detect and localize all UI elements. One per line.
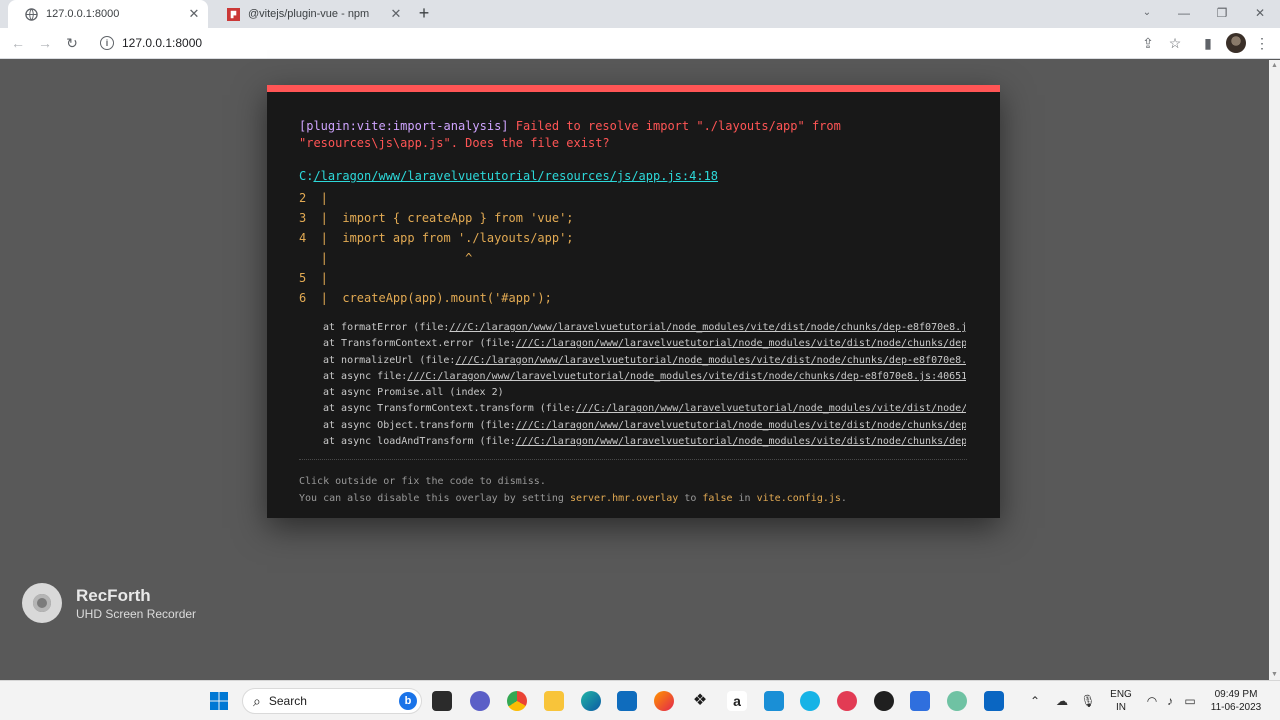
windows-taskbar: ⌕ Search b ❖ a ⌃ ☁ 🎙 ENG IN ◠ ♪ ▭ 09:49 … xyxy=(0,680,1280,720)
scroll-up-icon[interactable]: ▲ xyxy=(1271,62,1278,69)
file-drive: C: xyxy=(299,169,314,183)
camera-logo-icon xyxy=(22,583,62,623)
new-tab-button[interactable]: + xyxy=(414,4,434,24)
tab-search-icon[interactable]: ⌄ xyxy=(1137,4,1157,22)
share-icon[interactable]: ⇪ xyxy=(1138,33,1158,53)
chrome-icon[interactable] xyxy=(507,691,527,711)
watermark-title: RecForth xyxy=(76,585,151,605)
info-icon[interactable]: i xyxy=(100,36,114,50)
stack-line: at async loadAndTransform (file:///C:/la… xyxy=(323,434,966,450)
stack-link[interactable]: ///C:/laragon/www/laravelvuetutorial/nod… xyxy=(516,338,966,349)
reload-icon[interactable]: ↻ xyxy=(62,33,82,53)
amazon-icon[interactable]: a xyxy=(727,691,747,711)
error-message: [plugin:vite:import-analysis] Failed to … xyxy=(299,118,979,152)
window-close-icon[interactable]: ✕ xyxy=(1250,4,1270,22)
stack-line: at TransformContext.error (file:///C:/la… xyxy=(323,336,966,352)
scroll-down-icon[interactable]: ▼ xyxy=(1271,671,1278,678)
stack-line: at async file:///C:/laragon/www/laravelv… xyxy=(323,369,966,385)
vite-error-overlay[interactable]: [plugin:vite:import-analysis] Failed to … xyxy=(267,85,1000,518)
media-player-icon[interactable] xyxy=(874,691,894,711)
search-placeholder: Search xyxy=(268,694,307,708)
onedrive-icon[interactable]: ☁ xyxy=(1054,693,1070,709)
stack-link[interactable]: ///C:/laragon/www/laravelvuetutorial/nod… xyxy=(516,436,966,447)
overlay-tip: Click outside or fix the code to dismiss… xyxy=(299,473,847,507)
task-view-icon[interactable] xyxy=(432,691,452,711)
notepad-icon[interactable] xyxy=(764,691,784,711)
recorder-icon[interactable] xyxy=(837,691,857,711)
page-scrollbar[interactable]: ▲ ▼ xyxy=(1269,60,1280,680)
tab-localhost[interactable]: 127.0.0.1:8000 ✕ xyxy=(8,0,208,28)
globe-icon xyxy=(24,7,38,21)
stack-line: at formatError (file:///C:/laragon/www/l… xyxy=(323,320,966,336)
app-icon[interactable] xyxy=(910,691,930,711)
recforth-watermark: RecForth UHD Screen Recorder xyxy=(22,583,196,623)
tab-title: 127.0.0.1:8000 xyxy=(46,8,120,20)
bing-icon[interactable]: b xyxy=(399,692,417,710)
browser-toolbar: ← → ↻ i 127.0.0.1:8000 ⇪ ☆ ▮ ⋮ xyxy=(0,28,1280,59)
stack-trace: at formatError (file:///C:/laragon/www/l… xyxy=(323,320,966,450)
stack-line: at async TransformContext.transform (fil… xyxy=(323,401,966,417)
search-icon: ⌕ xyxy=(253,692,261,709)
volume-icon[interactable]: ♪ xyxy=(1162,693,1178,709)
forward-icon[interactable]: → xyxy=(35,33,55,53)
file-link[interactable]: /laragon/www/laravelvuetutorial/resource… xyxy=(313,169,718,183)
tab-title: @vitejs/plugin-vue - npm xyxy=(248,8,370,20)
teams-chat-icon[interactable] xyxy=(470,691,490,711)
stack-link[interactable]: ///C:/laragon/www/laravelvuetutorial/nod… xyxy=(516,420,966,431)
stack-link[interactable]: ///C:/laragon/www/laravelvuetutorial/nod… xyxy=(455,355,966,366)
tip-dismiss: Click outside or fix the code to dismiss… xyxy=(299,476,546,487)
app-icon[interactable] xyxy=(800,691,820,711)
stack-link[interactable]: ///C:/laragon/www/laravelvuetutorial/nod… xyxy=(449,322,966,333)
bookmark-star-icon[interactable]: ☆ xyxy=(1165,33,1185,53)
divider xyxy=(299,459,967,460)
url-text: 127.0.0.1:8000 xyxy=(122,36,203,50)
avatar[interactable] xyxy=(1226,33,1246,53)
battery-icon[interactable]: ▭ xyxy=(1182,693,1198,709)
menu-icon[interactable]: ⋮ xyxy=(1252,33,1272,53)
tip-disable: You can also disable this overlay by set… xyxy=(299,493,847,504)
dropbox-icon[interactable]: ❖ xyxy=(690,691,710,711)
chevron-up-icon[interactable]: ⌃ xyxy=(1027,693,1043,709)
stack-line: at async Promise.all (index 2) xyxy=(323,387,504,399)
maximize-icon[interactable]: ❐ xyxy=(1212,4,1232,22)
microphone-icon[interactable]: 🎙 xyxy=(1080,693,1096,709)
tab-npm[interactable]: @vitejs/plugin-vue - npm ✕ xyxy=(210,0,410,28)
minimize-icon[interactable]: — xyxy=(1174,4,1194,22)
app-icon[interactable] xyxy=(947,691,967,711)
error-file: C:/laragon/www/laravelvuetutorial/resour… xyxy=(299,169,718,183)
edge-icon[interactable] xyxy=(581,691,601,711)
stack-line: at async Object.transform (file:///C:/la… xyxy=(323,418,966,434)
side-panel-icon[interactable]: ▮ xyxy=(1198,33,1218,53)
plugin-name: [plugin:vite:import-analysis] xyxy=(299,119,509,133)
stack-link[interactable]: ///C:/laragon/www/laravelvuetutorial/nod… xyxy=(576,403,966,414)
address-bar[interactable]: i 127.0.0.1:8000 xyxy=(92,31,1132,55)
clock[interactable]: 09:49 PM 11-06-2023 xyxy=(1206,688,1266,714)
close-icon[interactable]: ✕ xyxy=(388,6,404,22)
store-icon[interactable] xyxy=(617,691,637,711)
file-explorer-icon[interactable] xyxy=(544,691,564,711)
wifi-icon[interactable]: ◠ xyxy=(1144,693,1160,709)
stack-line: at normalizeUrl (file:///C:/laragon/www/… xyxy=(323,353,966,369)
close-icon[interactable]: ✕ xyxy=(186,6,202,22)
firefox-icon[interactable] xyxy=(654,691,674,711)
windows-start-icon[interactable] xyxy=(209,691,229,711)
vscode-icon[interactable] xyxy=(984,691,1004,711)
tab-strip: 127.0.0.1:8000 ✕ @vitejs/plugin-vue - np… xyxy=(0,0,1280,28)
stack-link[interactable]: ///C:/laragon/www/laravelvuetutorial/nod… xyxy=(407,371,966,382)
back-icon[interactable]: ← xyxy=(8,33,28,53)
taskbar-search[interactable]: ⌕ Search b xyxy=(242,688,422,714)
watermark-subtitle: UHD Screen Recorder xyxy=(76,606,197,621)
code-frame: 2 | 3 | import { createApp } from 'vue';… xyxy=(299,191,574,305)
npm-icon xyxy=(226,7,240,21)
language-indicator[interactable]: ENG IN xyxy=(1106,688,1136,714)
